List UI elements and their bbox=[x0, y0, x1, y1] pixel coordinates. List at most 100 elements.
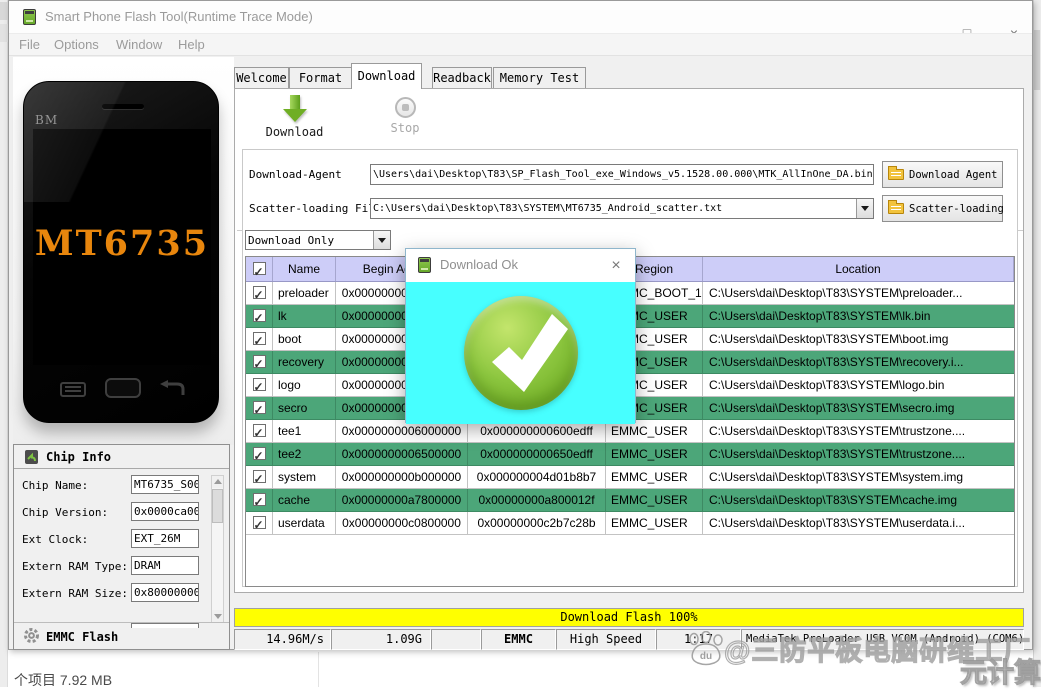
column-header-location[interactable]: Location bbox=[703, 257, 1014, 281]
partition-checkbox[interactable] bbox=[253, 332, 266, 345]
partition-location: C:\Users\dai\Desktop\T83\SYSTEM\lk.bin bbox=[703, 305, 1014, 327]
partition-checkbox-cell[interactable] bbox=[246, 489, 273, 511]
chevron-down-icon bbox=[378, 238, 386, 243]
tab-readback[interactable]: Readback bbox=[432, 67, 492, 88]
status-bar: 14.96M/s 1.09G EMMC High Speed 1:17 Medi… bbox=[234, 629, 1024, 650]
download-agent-button[interactable]: Download Agent bbox=[882, 161, 1003, 188]
desktop-scrollbar-fragment bbox=[1034, 30, 1040, 90]
chip-field-partial bbox=[131, 623, 199, 628]
desktop-right-strip bbox=[1033, 0, 1041, 687]
partition-name: cache bbox=[273, 489, 336, 511]
phone-glare bbox=[24, 82, 218, 202]
tab-download[interactable]: Download bbox=[351, 63, 422, 89]
partition-location: C:\Users\dai\Desktop\T83\SYSTEM\cache.im… bbox=[703, 489, 1014, 511]
folder-icon bbox=[888, 169, 904, 180]
chip-info-field: Extern RAM Size: 0x80000000 bbox=[14, 579, 207, 606]
dialog-body bbox=[406, 282, 635, 424]
partition-checkbox[interactable] bbox=[253, 470, 266, 483]
partition-checkbox-cell[interactable] bbox=[246, 420, 273, 442]
chip-field-value[interactable]: MT6735_S00 bbox=[131, 475, 199, 494]
partition-location: C:\Users\dai\Desktop\T83\SYSTEM\trustzon… bbox=[703, 443, 1014, 465]
menu-file[interactable]: File bbox=[19, 37, 40, 52]
status-empty bbox=[431, 629, 481, 650]
chip-info-scrollbar[interactable] bbox=[211, 475, 224, 623]
tab-memory-test[interactable]: Memory Test bbox=[493, 67, 586, 88]
chip-info-panel: Chip Info Chip Name: MT6735_S00 Chip Ver… bbox=[13, 444, 230, 650]
tab-welcome[interactable]: Welcome bbox=[234, 67, 289, 88]
mode-combo-dropdown-button[interactable] bbox=[373, 231, 390, 249]
chip-field-label: Chip Version: bbox=[22, 506, 108, 519]
partition-checkbox[interactable] bbox=[253, 447, 266, 460]
chip-field-value[interactable]: DRAM bbox=[131, 556, 199, 575]
chip-field-value[interactable]: 0x0000ca00 bbox=[131, 502, 199, 521]
status-usb-mode: High Speed bbox=[556, 629, 656, 650]
status-time: 1:17 bbox=[656, 629, 741, 650]
partition-name: boot bbox=[273, 328, 336, 350]
partition-location: C:\Users\dai\Desktop\T83\SYSTEM\userdata… bbox=[703, 512, 1014, 534]
partition-checkbox[interactable] bbox=[253, 286, 266, 299]
partition-row[interactable]: system 0x000000000b000000 0x000000004d01… bbox=[246, 466, 1014, 489]
partition-checkbox-cell[interactable] bbox=[246, 328, 273, 350]
chip-info-field: Chip Name: MT6735_S00 bbox=[14, 471, 207, 498]
partition-checkbox[interactable] bbox=[253, 493, 266, 506]
partition-checkbox[interactable] bbox=[253, 516, 266, 529]
partition-checkbox-cell[interactable] bbox=[246, 512, 273, 534]
menu-window[interactable]: Window bbox=[116, 37, 162, 52]
chip-field-value[interactable]: EXT_26M bbox=[131, 529, 199, 548]
phone-preview-area: BM MT6735 bbox=[13, 57, 234, 445]
partition-region: EMMC_USER bbox=[606, 443, 703, 465]
download-mode-select[interactable]: Download Only bbox=[245, 230, 391, 250]
desktop-left-strip bbox=[0, 0, 8, 687]
scatter-file-combo[interactable]: C:\Users\dai\Desktop\T83\SYSTEM\MT6735_A… bbox=[370, 198, 874, 219]
phone-back-icon bbox=[158, 380, 186, 399]
partition-checkbox[interactable] bbox=[253, 424, 266, 437]
folder-icon bbox=[888, 203, 904, 214]
select-all-cell[interactable] bbox=[246, 257, 273, 281]
status-speed: 14.96M/s bbox=[234, 629, 331, 650]
phone-chip-label: MT6735 bbox=[33, 223, 211, 264]
scatter-loading-button[interactable]: Scatter-loading bbox=[882, 195, 1003, 222]
desktop-fragment bbox=[0, 2, 8, 20]
partition-checkbox-cell[interactable] bbox=[246, 397, 273, 419]
download-action-label: Download bbox=[257, 125, 332, 139]
scroll-up-button[interactable] bbox=[212, 476, 223, 488]
download-action-button[interactable]: Download bbox=[257, 95, 332, 139]
partition-end-address: 0x00000000a800012f bbox=[468, 489, 606, 511]
desktop-divider bbox=[318, 652, 319, 687]
menu-help[interactable]: Help bbox=[178, 37, 205, 52]
success-check-icon bbox=[464, 296, 578, 410]
partition-checkbox[interactable] bbox=[253, 309, 266, 322]
partition-checkbox[interactable] bbox=[253, 355, 266, 368]
stop-action-button[interactable]: Stop bbox=[375, 95, 435, 135]
scatter-loading-label: Scatter-loading File bbox=[249, 202, 381, 215]
partition-name: tee1 bbox=[273, 420, 336, 442]
download-agent-button-label: Download Agent bbox=[909, 169, 998, 181]
partition-checkbox-cell[interactable] bbox=[246, 374, 273, 396]
menu-options[interactable]: Options bbox=[54, 37, 99, 52]
partition-checkbox-cell[interactable] bbox=[246, 305, 273, 327]
scrollbar-thumb[interactable] bbox=[212, 489, 223, 523]
chip-field-label: Extern RAM Type: bbox=[22, 560, 128, 573]
partition-checkbox[interactable] bbox=[253, 378, 266, 391]
column-header-name[interactable]: Name bbox=[273, 257, 336, 281]
select-all-checkbox[interactable] bbox=[253, 262, 266, 275]
partition-row[interactable]: cache 0x00000000a7800000 0x00000000a8000… bbox=[246, 489, 1014, 512]
chip-field-label: Ext Clock: bbox=[22, 533, 88, 546]
download-agent-input[interactable]: \Users\dai\Desktop\T83\SP_Flash_Tool_exe… bbox=[370, 164, 874, 185]
partition-name: userdata bbox=[273, 512, 336, 534]
scroll-down-button[interactable] bbox=[212, 610, 223, 622]
partition-checkbox-cell[interactable] bbox=[246, 282, 273, 304]
dialog-close-icon[interactable]: × bbox=[605, 255, 627, 277]
chip-info-field: Ext Clock: EXT_26M bbox=[14, 525, 207, 552]
tab-format[interactable]: Format bbox=[289, 67, 352, 88]
partition-checkbox[interactable] bbox=[253, 401, 266, 414]
scatter-combo-dropdown-button[interactable] bbox=[856, 199, 873, 218]
chip-field-value[interactable]: 0x80000000 bbox=[131, 583, 199, 602]
partition-checkbox-cell[interactable] bbox=[246, 351, 273, 373]
partition-row[interactable]: tee2 0x0000000006500000 0x000000000650ed… bbox=[246, 443, 1014, 466]
progress-label: Download Flash 100% bbox=[560, 610, 697, 624]
partition-location: C:\Users\dai\Desktop\T83\SYSTEM\trustzon… bbox=[703, 420, 1014, 442]
partition-row[interactable]: userdata 0x00000000c0800000 0x00000000c2… bbox=[246, 512, 1014, 535]
partition-checkbox-cell[interactable] bbox=[246, 466, 273, 488]
partition-checkbox-cell[interactable] bbox=[246, 443, 273, 465]
